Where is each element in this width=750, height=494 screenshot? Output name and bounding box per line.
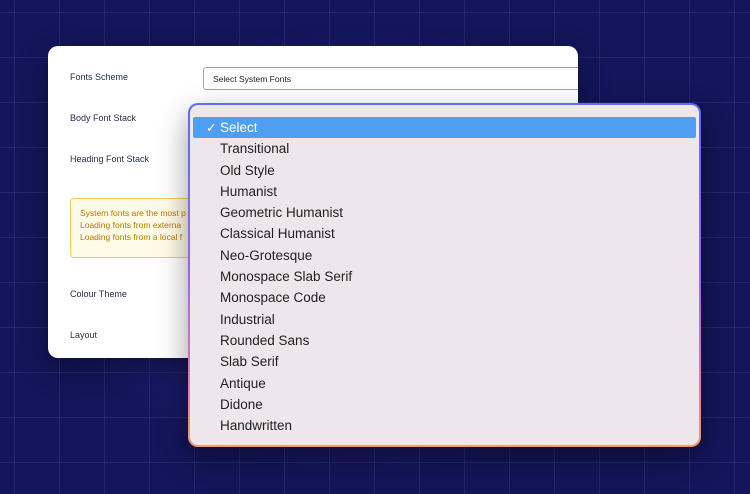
dropdown-option-humanist[interactable]: Humanist [193, 181, 696, 202]
heading-font-stack-label: Heading Font Stack [70, 154, 150, 164]
dropdown-option-didone[interactable]: Didone [193, 394, 696, 415]
dropdown-option-select[interactable]: ✓ Select [193, 117, 696, 139]
colour-theme-label: Colour Theme [70, 289, 127, 299]
dropdown-option-industrial[interactable]: Industrial [193, 309, 696, 330]
checkmark-icon: ✓ [206, 120, 217, 135]
dropdown-option-old-style[interactable]: Old Style [193, 160, 696, 181]
dropdown-option-transitional[interactable]: Transitional [193, 138, 696, 159]
fonts-scheme-select[interactable]: Select System Fonts [203, 67, 578, 90]
fonts-scheme-label: Fonts Scheme [70, 72, 129, 82]
dropdown-option-slab-serif[interactable]: Slab Serif [193, 351, 696, 372]
font-stack-dropdown: ✓ Select Transitional Old Style Humanist… [188, 103, 701, 447]
body-font-stack-label: Body Font Stack [70, 113, 137, 123]
dropdown-option-classical-humanist[interactable]: Classical Humanist [193, 223, 696, 244]
dropdown-option-antique[interactable]: Antique [193, 373, 696, 394]
dropdown-list: ✓ Select Transitional Old Style Humanist… [190, 105, 699, 445]
dropdown-option-handwritten[interactable]: Handwritten [193, 415, 696, 436]
option-label: Select [220, 120, 258, 135]
dropdown-option-monospace-slab-serif[interactable]: Monospace Slab Serif [193, 266, 696, 287]
dropdown-option-neo-grotesque[interactable]: Neo-Grotesque [193, 245, 696, 266]
dropdown-option-monospace-code[interactable]: Monospace Code [193, 287, 696, 308]
dropdown-option-geometric-humanist[interactable]: Geometric Humanist [193, 202, 696, 223]
dropdown-option-rounded-sans[interactable]: Rounded Sans [193, 330, 696, 351]
layout-label: Layout [70, 330, 98, 340]
